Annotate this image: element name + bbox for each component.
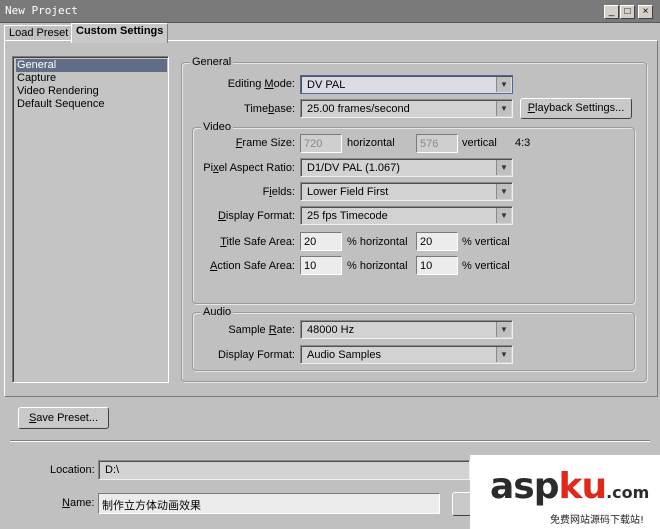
name-field[interactable]: 制作立方体动画效果 [98, 493, 440, 514]
chevron-down-icon: ▼ [496, 184, 511, 199]
fields-select[interactable]: Lower Field First ▼ [300, 182, 513, 201]
location-value: D:\ [105, 464, 120, 476]
frame-height-field[interactable]: 576 [416, 134, 458, 153]
title-safe-label: Title Safe Area: [220, 236, 295, 248]
editing-mode-value: DV PAL [307, 79, 346, 91]
action-safe-h-field[interactable]: 10 [300, 256, 342, 275]
category-list[interactable]: General Capture Video Rendering Default … [12, 56, 169, 383]
audio-display-format-value: Audio Samples [307, 349, 381, 361]
sample-rate-select[interactable]: 48000 Hz ▼ [300, 320, 513, 339]
close-button[interactable]: × [638, 5, 653, 19]
title-safe-v-label: % vertical [462, 236, 510, 248]
editing-mode-select[interactable]: DV PAL ▼ [300, 75, 513, 94]
location-select[interactable]: D:\ [98, 460, 470, 480]
location-label: Location: [50, 464, 95, 476]
display-format-label: Display Format: [217, 210, 295, 222]
watermark-logo: aspku.com 免费网站源码下载站! [470, 455, 660, 529]
timebase-label: Timebase: [244, 103, 295, 115]
tab-custom-settings[interactable]: Custom Settings [71, 23, 169, 43]
chevron-down-icon: ▼ [496, 160, 511, 175]
chevron-down-icon: ▼ [496, 101, 511, 116]
timebase-value: 25.00 frames/second [307, 103, 410, 115]
action-safe-h-label: % horizontal [347, 260, 408, 272]
sidebar-item-default-sequence[interactable]: Default Sequence [16, 98, 167, 111]
frame-size-label: Frame Size: [235, 137, 295, 149]
name-label: Name: [62, 497, 95, 509]
playback-settings-button[interactable]: Playback Settings... [520, 98, 632, 119]
fields-label: Fields: [262, 186, 295, 198]
pixel-aspect-select[interactable]: D1/DV PAL (1.067) ▼ [300, 158, 513, 177]
sample-rate-label: Sample Rate: [228, 324, 295, 336]
sidebar-item-general[interactable]: General [16, 59, 167, 72]
chevron-down-icon: ▼ [496, 208, 511, 223]
title-safe-v-field[interactable]: 20 [416, 232, 458, 251]
action-safe-label: Action Safe Area: [209, 260, 295, 272]
display-format-select[interactable]: 25 fps Timecode ▼ [300, 206, 513, 225]
action-safe-v-label: % vertical [462, 260, 510, 272]
chevron-down-icon: ▼ [496, 77, 511, 92]
title-safe-h-label: % horizontal [347, 236, 408, 248]
editing-mode-label: Editing Mode: [227, 78, 295, 90]
pixel-aspect-label: Pixel Aspect Ratio: [203, 162, 295, 174]
separator [10, 440, 650, 442]
sidebar-item-capture[interactable]: Capture [16, 72, 167, 85]
title-bar [0, 0, 660, 23]
save-preset-button[interactable]: Save Preset... [18, 407, 109, 429]
fields-value: Lower Field First [307, 186, 389, 198]
audio-group-label: Audio [201, 306, 234, 318]
horizontal-label: horizontal [347, 137, 395, 149]
sidebar-item-video-rendering[interactable]: Video Rendering [16, 85, 167, 98]
display-format-value: 25 fps Timecode [307, 210, 388, 222]
sample-rate-value: 48000 Hz [307, 324, 355, 336]
timebase-select[interactable]: 25.00 frames/second ▼ [300, 99, 513, 118]
pixel-aspect-value: D1/DV PAL (1.067) [307, 162, 400, 174]
general-group-label: General [190, 56, 234, 68]
vertical-label: vertical [462, 137, 497, 149]
video-group-label: Video [201, 121, 233, 133]
action-safe-v-field[interactable]: 10 [416, 256, 458, 275]
audio-display-format-select[interactable]: Audio Samples ▼ [300, 345, 513, 364]
minimize-button[interactable]: _ [604, 5, 619, 19]
title-safe-h-field[interactable]: 20 [300, 232, 342, 251]
audio-display-format-label: Display Format: [217, 349, 295, 361]
chevron-down-icon: ▼ [496, 347, 511, 362]
window-title: New Project [5, 4, 78, 17]
aspect-ratio-label: 4:3 [515, 137, 531, 149]
chevron-down-icon: ▼ [496, 322, 511, 337]
maximize-button[interactable]: □ [620, 5, 635, 19]
frame-width-field[interactable]: 720 [300, 134, 342, 153]
